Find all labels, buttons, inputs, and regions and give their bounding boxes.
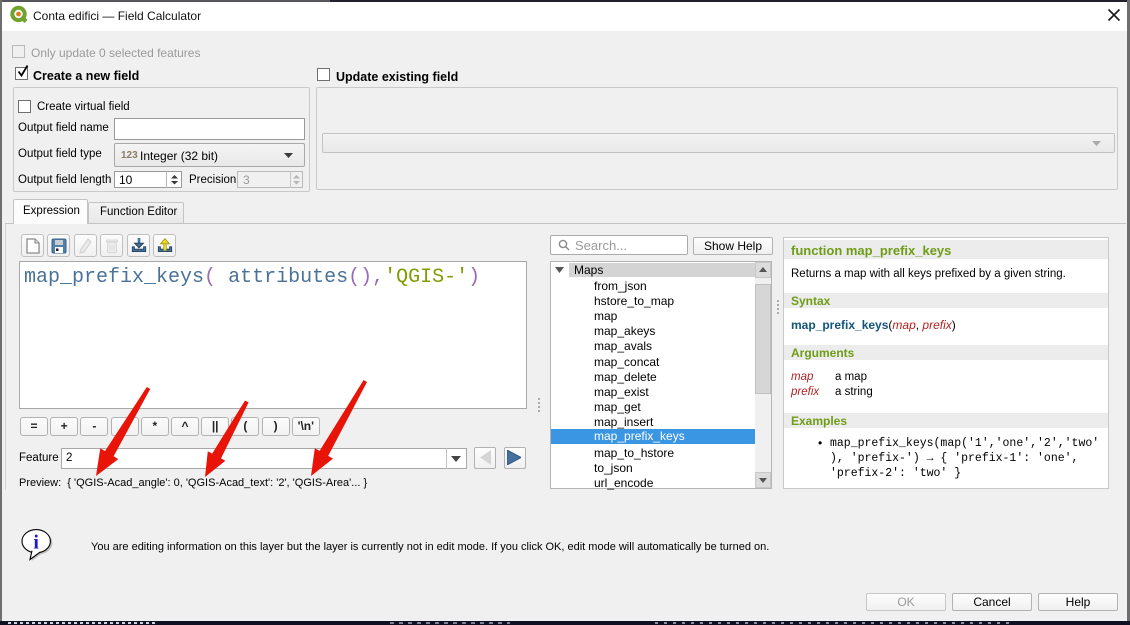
svg-text:i: i — [33, 532, 39, 554]
